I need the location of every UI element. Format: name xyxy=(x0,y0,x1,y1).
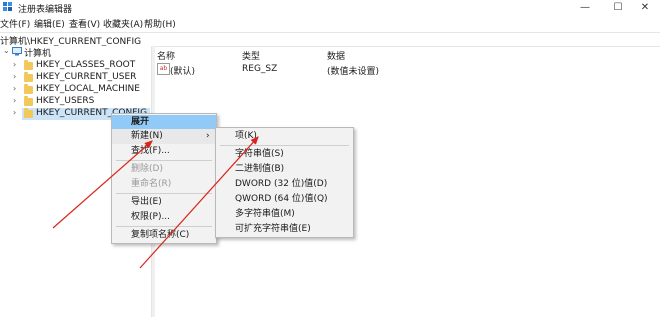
menu-item-copy-key-name[interactable]: 复制项名称(C) xyxy=(112,228,216,243)
chevron-right-icon[interactable]: › xyxy=(13,72,16,81)
submenu-item-string[interactable]: 字符串值(S) xyxy=(216,147,353,162)
menu-view[interactable]: 查看(V) xyxy=(69,17,100,30)
tree-label: HKEY_USERS xyxy=(36,96,95,106)
close-icon: ✕ xyxy=(640,2,650,13)
tree-label: HKEY_LOCAL_MACHINE xyxy=(36,84,140,94)
folder-icon xyxy=(24,60,33,70)
menu-separator xyxy=(220,145,349,146)
menu-separator xyxy=(116,226,212,227)
menu-item-delete: 删除(D) xyxy=(131,164,163,174)
minimize-icon: — xyxy=(580,2,590,13)
new-submenu: 项(K) 字符串值(S) 二进制值(B) DWORD (32 位)值(D) QW… xyxy=(215,127,354,238)
menu-item-expand[interactable]: 展开 xyxy=(112,115,216,130)
string-value-icon: ab xyxy=(157,63,170,75)
menu-bar: 文件(F) 编辑(E) 查看(V) 收藏夹(A) 帮助(H) xyxy=(0,16,660,31)
menu-favorites[interactable]: 收藏夹(A) xyxy=(103,17,143,30)
chevron-right-icon[interactable]: › xyxy=(13,60,16,69)
menu-separator xyxy=(116,193,212,194)
folder-icon xyxy=(24,96,33,106)
submenu-item-expandable-string[interactable]: 可扩充字符串值(E) xyxy=(216,222,353,237)
minimize-button[interactable]: — xyxy=(570,0,600,16)
value-data: (数值未设置) xyxy=(327,67,380,77)
folder-icon xyxy=(24,72,33,82)
menu-separator xyxy=(116,160,212,161)
menu-item-export[interactable]: 导出(E) xyxy=(112,195,216,210)
folder-icon xyxy=(24,108,33,118)
computer-icon xyxy=(12,47,22,56)
column-header-name[interactable]: 名称 xyxy=(157,49,175,62)
column-header-type[interactable]: 类型 xyxy=(242,49,260,62)
chevron-right-icon[interactable]: › xyxy=(13,108,16,117)
submenu-item-qword[interactable]: QWORD (64 位)值(Q) xyxy=(216,192,353,207)
submenu-item-binary[interactable]: 二进制值(B) xyxy=(216,162,353,177)
list-item[interactable]: ab (默认) REG_SZ (数值未设置) xyxy=(155,62,455,77)
maximize-button[interactable]: ☐ xyxy=(603,0,633,16)
menu-item-permissions[interactable]: 权限(P)... xyxy=(112,210,216,225)
address-bar[interactable]: 计算机\HKEY_CURRENT_CONFIG xyxy=(0,32,660,47)
value-type: REG_SZ xyxy=(242,64,278,74)
menu-file[interactable]: 文件(F) xyxy=(0,17,30,30)
tree-item-hkcr[interactable]: › HKEY_CLASSES_ROOT xyxy=(0,60,150,72)
tree-item-hku[interactable]: › HKEY_USERS xyxy=(0,96,150,108)
chevron-down-icon[interactable]: ⌄ xyxy=(3,46,10,55)
menu-item-find[interactable]: 查找(F)... xyxy=(112,144,216,159)
tree-item-hklm[interactable]: › HKEY_LOCAL_MACHINE xyxy=(0,84,150,96)
tree-label-computer: 计算机 xyxy=(24,49,52,59)
context-menu: 展开 新建(N) › 查找(F)... 删除(D) 重命名(R) 导出(E) 权… xyxy=(111,113,217,244)
submenu-item-key[interactable]: 项(K) xyxy=(216,129,353,144)
chevron-right-icon[interactable]: › xyxy=(13,84,16,93)
menu-edit[interactable]: 编辑(E) xyxy=(34,17,65,30)
menu-item-rename: 重命名(R) xyxy=(131,179,172,189)
menu-item-new[interactable]: 新建(N) › xyxy=(112,129,216,144)
submenu-item-multi-string[interactable]: 多字符串值(M) xyxy=(216,207,353,222)
tree-item-computer[interactable]: ⌄ 计算机 xyxy=(0,46,150,59)
close-button[interactable]: ✕ xyxy=(630,0,660,16)
menu-help[interactable]: 帮助(H) xyxy=(144,17,176,30)
regedit-icon xyxy=(3,2,12,11)
tree-item-hkcu[interactable]: › HKEY_CURRENT_USER xyxy=(0,72,150,84)
chevron-right-icon: › xyxy=(206,131,210,141)
title-bar: 注册表编辑器 — ☐ ✕ xyxy=(0,0,660,16)
chevron-right-icon[interactable]: › xyxy=(13,96,16,105)
maximize-icon: ☐ xyxy=(613,2,623,13)
folder-icon xyxy=(24,84,33,94)
window-title: 注册表编辑器 xyxy=(18,5,73,15)
value-name: (默认) xyxy=(170,67,196,77)
submenu-item-dword[interactable]: DWORD (32 位)值(D) xyxy=(216,177,353,192)
tree-label: HKEY_CURRENT_USER xyxy=(36,72,137,82)
column-header-data[interactable]: 数据 xyxy=(327,49,345,62)
tree-label: HKEY_CLASSES_ROOT xyxy=(36,60,136,70)
